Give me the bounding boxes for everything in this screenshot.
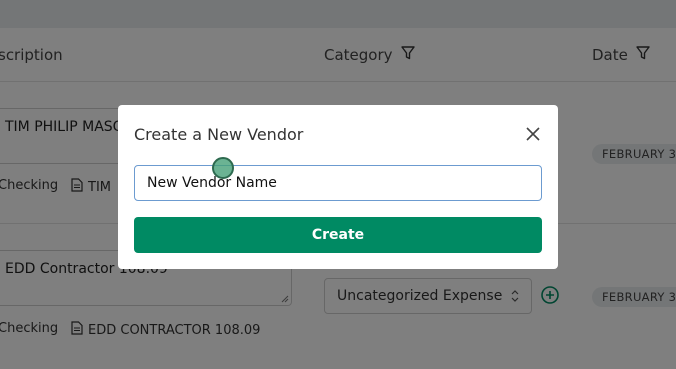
cursor-indicator	[212, 157, 234, 179]
modal-title: Create a New Vendor	[134, 125, 304, 144]
create-vendor-modal: Create a New Vendor Create	[118, 105, 558, 269]
vendor-name-input[interactable]	[134, 165, 542, 201]
close-icon[interactable]	[526, 127, 540, 141]
create-button[interactable]: Create	[134, 217, 542, 253]
